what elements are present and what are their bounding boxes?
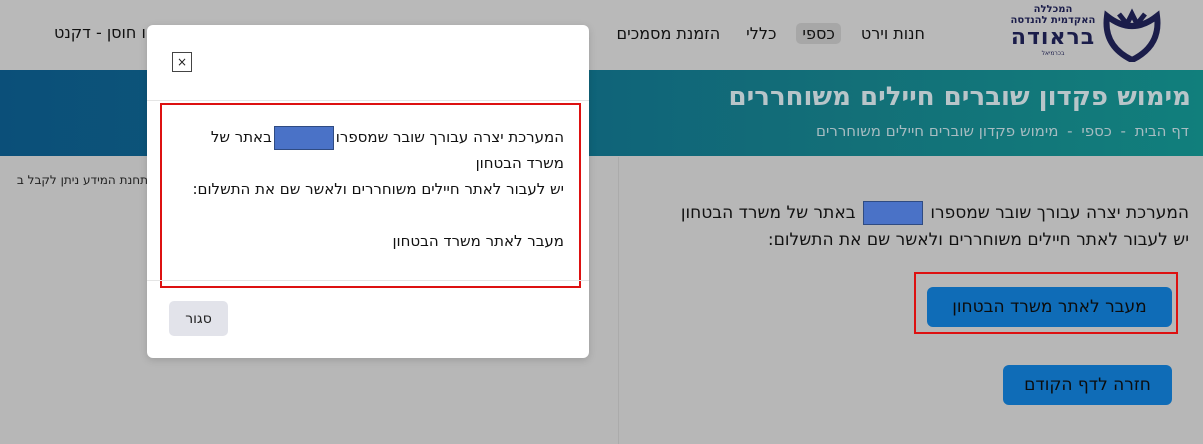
voucher-message: המערכת יצרה עבורך שובר שמספרו באתר של מש…	[629, 200, 1189, 254]
logo-name: בראודה	[1010, 25, 1096, 50]
breadcrumb-separator: -	[1067, 122, 1073, 140]
voucher-number-redacted	[862, 201, 923, 225]
voucher-line-1: המערכת יצרה עבורך שובר שמספרו באתר של מש…	[629, 200, 1189, 227]
modal-line-2: משרד הבטחון	[475, 154, 564, 172]
breadcrumb-finance[interactable]: כספי	[1081, 122, 1111, 140]
menu-item-finance[interactable]: כספי	[796, 23, 841, 44]
modal-text-after: באתר של	[210, 128, 272, 146]
menu-item-resilience-dean[interactable]: ו חוסן - דקנט	[54, 23, 146, 42]
modal-line-3: יש לעבור לאתר חיילים משוחררים ולאשר שם א…	[192, 180, 564, 198]
back-button[interactable]: חזרה לדף הקודם	[1003, 365, 1172, 405]
breadcrumb: דף הבית - כספי - מימוש פקדון שוברים חייל…	[814, 122, 1191, 140]
logo-tagline: בכרמיאל	[1041, 50, 1065, 57]
menu-item-virtual-store[interactable]: חנות וירט	[855, 23, 931, 44]
breadcrumb-separator: -	[1120, 122, 1126, 140]
modal-voucher-number-redacted	[273, 125, 334, 150]
side-info-note: תחנת המידע ניתן לקבל ב	[16, 173, 148, 187]
breadcrumb-home[interactable]: דף הבית	[1135, 122, 1189, 140]
main-menu: ציונים הזמנת מסמכים כללי כספי חנות וירט	[547, 23, 932, 44]
modal-divider-bottom	[147, 280, 589, 281]
voucher-text-after: באתר של משרד הבטחון	[680, 203, 856, 223]
logo-line1: המכללה	[1033, 4, 1073, 15]
menu-item-general[interactable]: כללי	[740, 23, 782, 44]
modal-close-button[interactable]: סגור	[169, 301, 228, 336]
voucher-line-2: יש לעבור לאתר חיילים משוחררים ולאשר שם א…	[767, 230, 1189, 250]
breadcrumb-current: מימוש פקדון שוברים חיילים משוחררים	[816, 122, 1059, 140]
go-to-mod-site-button[interactable]: מעבר לאתר משרד הבטחון	[927, 287, 1172, 327]
close-icon[interactable]: ×	[172, 52, 192, 72]
voucher-text-before: המערכת יצרה עבורך שובר שמספרו	[930, 203, 1189, 223]
modal-line-1: המערכת יצרה עבורך שובר שמספרו באתר של	[164, 124, 564, 150]
menu-item-order-documents[interactable]: הזמנת מסמכים	[611, 23, 727, 44]
modal-mod-site-link[interactable]: מעבר לאתר משרד הבטחון	[164, 228, 564, 254]
college-logo[interactable]: המכללה האקדמית להנדסה בראודה בכרמיאל	[1001, 4, 1163, 64]
logo-text: המכללה האקדמית להנדסה בראודה בכרמיאל	[1003, 4, 1103, 58]
modal-text-before: המערכת יצרה עבורך שובר שמספרו	[335, 128, 564, 146]
logo-emblem-icon	[1103, 8, 1161, 62]
page-title: מימוש פקדון שוברים חיילים משוחררים	[728, 82, 1191, 112]
modal-divider-top	[147, 100, 589, 101]
voucher-modal: × המערכת יצרה עבורך שובר שמספרו באתר של מ…	[147, 25, 589, 358]
modal-body: המערכת יצרה עבורך שובר שמספרו באתר של משר…	[164, 124, 564, 254]
